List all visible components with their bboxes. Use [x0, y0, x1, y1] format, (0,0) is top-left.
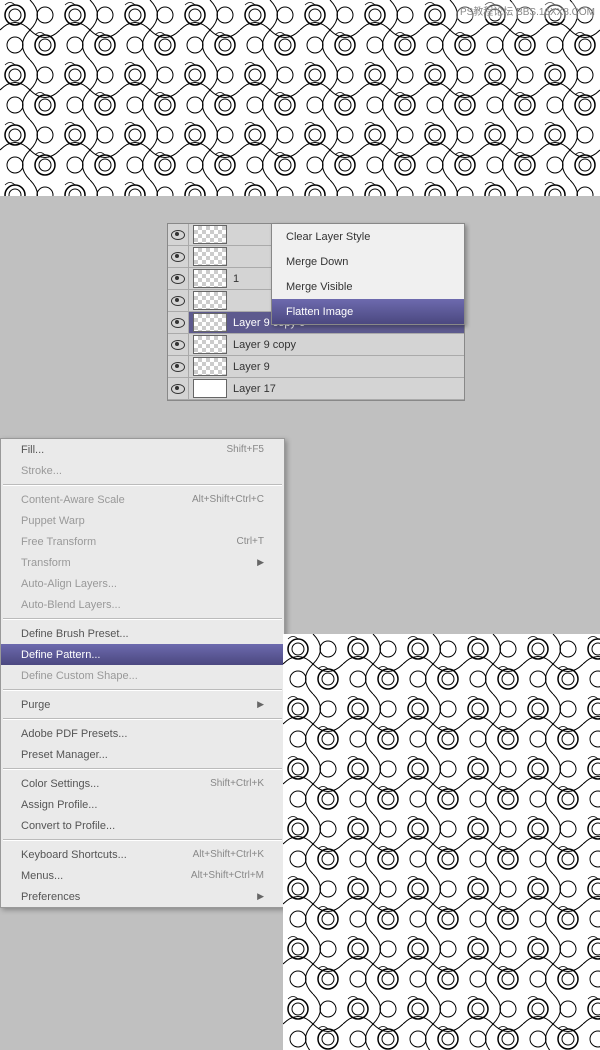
menu-item-label: Menus...	[21, 870, 191, 882]
visibility-toggle[interactable]	[168, 268, 189, 289]
layer-row[interactable]: Layer 9	[168, 356, 464, 378]
edit-menu-item[interactable]: Fill...Shift+F5	[1, 439, 284, 460]
menu-item-label: Purge	[21, 699, 257, 711]
menu-item-label: Transform	[21, 557, 257, 569]
menu-item-label: Fill...	[21, 444, 226, 456]
visibility-toggle[interactable]	[168, 334, 189, 355]
menu-separator	[3, 689, 282, 691]
menu-item-label: Auto-Blend Layers...	[21, 599, 264, 611]
layer-thumbnail[interactable]	[193, 357, 227, 376]
edit-menu-item: Free TransformCtrl+T	[1, 531, 284, 552]
visibility-toggle[interactable]	[168, 224, 189, 245]
menu-separator	[3, 839, 282, 841]
edit-menu-item: Content-Aware ScaleAlt+Shift+Ctrl+C	[1, 489, 284, 510]
watermark-text: PS教程论坛 BBS.16XX8.COM	[457, 2, 598, 19]
edit-menu-item[interactable]: Assign Profile...	[1, 794, 284, 815]
pattern-preview-bottom	[283, 634, 600, 1050]
eye-icon	[171, 340, 185, 350]
edit-menu-item: Stroke...	[1, 460, 284, 481]
edit-menu-item: Transform▶	[1, 552, 284, 573]
eye-icon	[171, 384, 185, 394]
edit-menu-item: Auto-Align Layers...	[1, 573, 284, 594]
submenu-arrow-icon: ▶	[257, 891, 264, 902]
edit-menu-item[interactable]: Preset Manager...	[1, 744, 284, 765]
submenu-arrow-icon: ▶	[257, 699, 264, 710]
menu-item-label: Assign Profile...	[21, 799, 264, 811]
edit-menu-item[interactable]: Define Brush Preset...	[1, 623, 284, 644]
eye-icon	[171, 252, 185, 262]
menu-item-label: Auto-Align Layers...	[21, 578, 264, 590]
menu-item-label: Define Brush Preset...	[21, 628, 264, 640]
eye-icon	[171, 296, 185, 306]
edit-menu-item: Auto-Blend Layers...	[1, 594, 284, 615]
visibility-toggle[interactable]	[168, 356, 189, 377]
menu-item-label: Color Settings...	[21, 778, 210, 790]
layer-thumbnail[interactable]	[193, 291, 227, 310]
menu-separator	[3, 618, 282, 620]
menu-item-label: Define Pattern...	[21, 649, 264, 661]
menu-shortcut-label: Alt+Shift+Ctrl+C	[192, 494, 264, 505]
layer-row[interactable]: Layer 17	[168, 378, 464, 400]
menu-shortcut-label: Ctrl+T	[237, 536, 265, 547]
menu-shortcut-label: Alt+Shift+Ctrl+K	[193, 849, 264, 860]
menu-shortcut-label: Alt+Shift+Ctrl+M	[191, 870, 264, 881]
edit-menu-item: Puppet Warp	[1, 510, 284, 531]
submenu-arrow-icon: ▶	[257, 557, 264, 568]
layer-name-label[interactable]: Layer 9 copy	[231, 339, 464, 351]
layer-thumbnail[interactable]	[193, 225, 227, 244]
layer-thumbnail[interactable]	[193, 269, 227, 288]
context-menu-item[interactable]: Merge Down	[272, 249, 464, 274]
edit-menu-item[interactable]: Convert to Profile...	[1, 815, 284, 836]
edit-menu-item[interactable]: Color Settings...Shift+Ctrl+K	[1, 773, 284, 794]
layer-thumbnail[interactable]	[193, 247, 227, 266]
layer-thumbnail[interactable]	[193, 379, 227, 398]
eye-icon	[171, 230, 185, 240]
eye-icon	[171, 362, 185, 372]
context-menu-item[interactable]: Flatten Image	[272, 299, 464, 324]
menu-separator	[3, 718, 282, 720]
menu-item-label: Preset Manager...	[21, 749, 264, 761]
menu-shortcut-label: Shift+Ctrl+K	[210, 778, 264, 789]
context-menu-item[interactable]: Clear Layer Style	[272, 224, 464, 249]
menu-item-label: Content-Aware Scale	[21, 494, 192, 506]
layer-name-label[interactable]: Layer 17	[231, 383, 464, 395]
edit-menu-item: Define Custom Shape...	[1, 665, 284, 686]
menu-separator	[3, 484, 282, 486]
layer-row[interactable]: Layer 9 copy	[168, 334, 464, 356]
pattern-preview-top	[0, 0, 600, 196]
edit-menu-item[interactable]: Preferences▶	[1, 886, 284, 907]
edit-menu-item[interactable]: Keyboard Shortcuts...Alt+Shift+Ctrl+K	[1, 844, 284, 865]
edit-menu-item[interactable]: Purge▶	[1, 694, 284, 715]
edit-menu: Fill...Shift+F5 Stroke... Content-Aware Sc…	[0, 438, 285, 908]
menu-item-label: Puppet Warp	[21, 515, 264, 527]
menu-item-label: Stroke...	[21, 465, 264, 477]
layer-context-menu: Clear Layer StyleMerge DownMerge Visible…	[271, 223, 465, 325]
layer-name-label[interactable]: Layer 9	[231, 361, 464, 373]
visibility-toggle[interactable]	[168, 290, 189, 311]
menu-item-label: Preferences	[21, 891, 257, 903]
visibility-toggle[interactable]	[168, 246, 189, 267]
layer-thumbnail[interactable]	[193, 313, 227, 332]
visibility-toggle[interactable]	[168, 378, 189, 399]
edit-menu-item[interactable]: Define Pattern...	[1, 644, 284, 665]
menu-item-label: Define Custom Shape...	[21, 670, 264, 682]
context-menu-item[interactable]: Merge Visible	[272, 274, 464, 299]
edit-menu-item[interactable]: Adobe PDF Presets...	[1, 723, 284, 744]
menu-separator	[3, 768, 282, 770]
menu-shortcut-label: Shift+F5	[226, 444, 264, 455]
eye-icon	[171, 274, 185, 284]
menu-item-label: Adobe PDF Presets...	[21, 728, 264, 740]
visibility-toggle[interactable]	[168, 312, 189, 333]
layer-thumbnail[interactable]	[193, 335, 227, 354]
menu-item-label: Keyboard Shortcuts...	[21, 849, 193, 861]
edit-menu-item[interactable]: Menus...Alt+Shift+Ctrl+M	[1, 865, 284, 886]
menu-item-label: Free Transform	[21, 536, 237, 548]
eye-icon	[171, 318, 185, 328]
menu-item-label: Convert to Profile...	[21, 820, 264, 832]
